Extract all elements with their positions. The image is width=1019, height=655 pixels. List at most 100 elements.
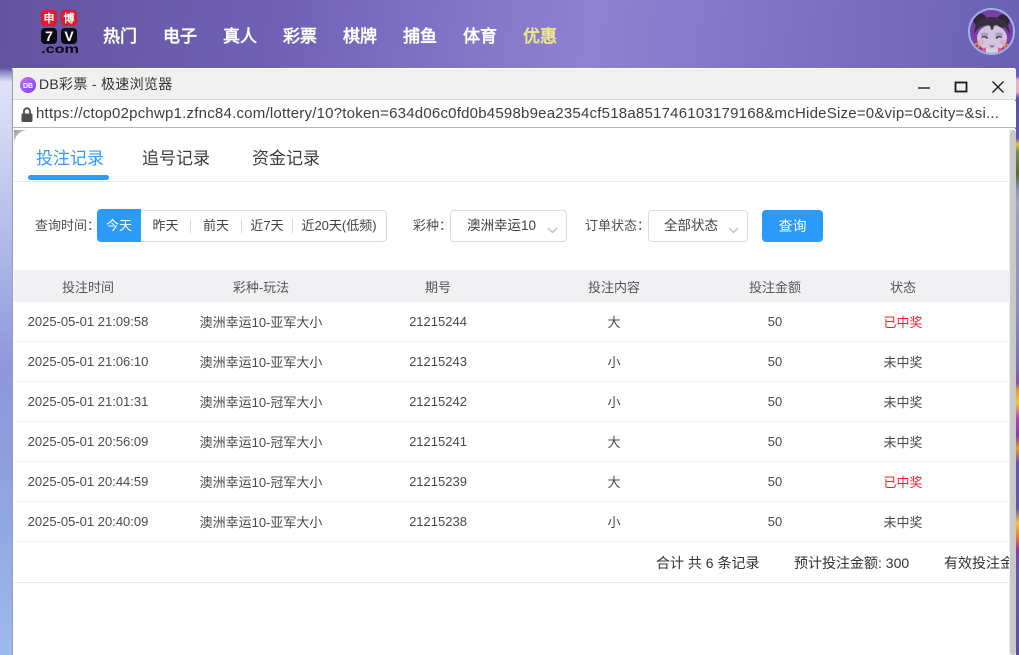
chevron-down-icon — [728, 222, 739, 237]
summary-total: 合计 共 6 条记录 — [656, 555, 760, 571]
site-logo[interactable]: 申 博 7 V .com — [41, 10, 79, 55]
table-row: 2025-05-01 21:06:10 澳洲幸运10-亚军大小 21215243 小 5… — [14, 342, 1009, 382]
tab-2[interactable]: 追号记录 — [141, 144, 211, 169]
cell-time: 2025-05-01 20:56:09 — [27, 434, 149, 449]
column-header-1: 投注时间 — [61, 279, 114, 295]
background-page-left — [0, 68, 12, 655]
tab-3[interactable]: 资金记录 — [251, 144, 321, 169]
nav-item-5[interactable]: 棋牌 — [330, 28, 390, 46]
nav-item-1[interactable]: 热门 — [90, 28, 150, 46]
column-header-6: 状态 — [889, 279, 916, 295]
cell-issue: 21215241 — [409, 434, 467, 449]
table-row: 2025-05-01 21:09:58 澳洲幸运10-亚军大小 21215244 大 5… — [14, 302, 1009, 342]
nav-item-4[interactable]: 彩票 — [270, 28, 330, 46]
cell-status: 未中奖 — [883, 435, 923, 450]
address-bar[interactable]: https://ctop02pchwp1.zfnc84.com/lottery/… — [13, 101, 1016, 128]
nav-item-2[interactable]: 电子 — [150, 28, 210, 46]
lock-icon — [21, 107, 33, 128]
cell-content: 小 — [607, 395, 621, 410]
minimize-icon — [918, 86, 930, 89]
time-option-5[interactable]: 近20天(低频) — [293, 210, 385, 242]
cell-content: 大 — [607, 315, 621, 330]
cell-status: 已中奖 — [883, 315, 923, 330]
cell-issue: 21215239 — [409, 474, 467, 489]
column-header-4: 投注内容 — [587, 279, 640, 295]
window-titlebar[interactable]: DB DB彩票 - 极速浏览器 — [13, 69, 1016, 100]
cell-play: 澳洲幸运10-冠军大小 — [199, 435, 323, 450]
table-row: 2025-05-01 21:01:31 澳洲幸运10-冠军大小 21215242 小 5… — [14, 382, 1009, 422]
chevron-down-icon — [547, 222, 558, 237]
lottery-filter-label: 彩种： — [413, 218, 453, 233]
page-scrollbar[interactable] — [1009, 129, 1016, 655]
close-icon — [992, 80, 1004, 93]
column-header-2: 彩种-玩法 — [232, 279, 290, 295]
column-header-5: 投注金额 — [748, 279, 801, 295]
cell-time: 2025-05-01 21:01:31 — [27, 394, 149, 409]
table-summary: 合计 共 6 条记录 预计投注金额: 300 有效投注金额: 300 — [14, 543, 1009, 583]
query-button[interactable]: 查询 — [762, 210, 823, 242]
cell-status: 未中奖 — [883, 355, 923, 370]
table-row: 2025-05-01 20:56:09 澳洲幸运10-冠军大小 21215241 大 5… — [14, 422, 1009, 462]
nav-item-6[interactable]: 捕鱼 — [390, 28, 450, 46]
close-button[interactable] — [981, 69, 1015, 100]
summary-expected-amount: 预计投注金额: 300 — [794, 555, 910, 571]
table-row: 2025-05-01 20:40:09 澳洲幸运10-亚军大小 21215238 小 5… — [14, 502, 1009, 542]
cell-status: 未中奖 — [883, 515, 923, 530]
nav-item-7[interactable]: 体育 — [450, 28, 510, 46]
cell-status: 已中奖 — [883, 475, 923, 490]
user-avatar[interactable] — [968, 8, 1015, 55]
nav-item-8[interactable]: 优惠 — [510, 28, 570, 46]
cell-amount: 50 — [767, 474, 783, 489]
active-tab-underline — [28, 175, 109, 180]
url-text[interactable]: https://ctop02pchwp1.zfnc84.com/lottery/… — [36, 101, 1012, 127]
cell-time: 2025-05-01 20:44:59 — [27, 474, 149, 489]
logo-badge-bo: 博 — [61, 10, 77, 26]
cell-issue: 21215242 — [409, 394, 467, 409]
time-option-1[interactable]: 今天 — [97, 209, 141, 242]
cell-amount: 50 — [767, 354, 783, 369]
scrollbar-thumb[interactable] — [1010, 130, 1016, 655]
time-option-2[interactable]: 昨天 — [141, 210, 190, 242]
cell-play: 澳洲幸运10-亚军大小 — [199, 355, 323, 370]
cell-amount: 50 — [767, 434, 783, 449]
favicon-letters: DB — [23, 83, 33, 90]
record-tabs: 投注记录 追号记录 资金记录 — [14, 130, 1009, 182]
order-status-select[interactable]: 全部状态 — [648, 210, 748, 242]
table-row: 2025-05-01 20:44:59 澳洲幸运10-冠军大小 21215239 大 5… — [14, 462, 1009, 502]
cell-play: 澳洲幸运10-冠军大小 — [199, 395, 323, 410]
table-header: 投注时间 彩种-玩法 期号 投注内容 投注金额 状态 — [14, 270, 1009, 302]
cell-issue: 21215238 — [409, 514, 467, 529]
site-topbar: 申 博 7 V .com 热门 电子 真人 彩票 棋牌 捕鱼 体育 优惠 — [0, 0, 1019, 68]
maximize-button[interactable] — [944, 69, 978, 100]
cell-status: 未中奖 — [883, 395, 923, 410]
cell-play: 澳洲幸运10-亚军大小 — [199, 315, 323, 330]
cell-content: 小 — [607, 355, 621, 370]
summary-valid-amount: 有效投注金额: 300 — [944, 555, 1009, 571]
lottery-select[interactable]: 澳洲幸运10 — [450, 210, 567, 242]
cell-amount: 50 — [767, 394, 783, 409]
logo-com: .com — [41, 42, 79, 56]
browser-viewport: 投注记录 追号记录 资金记录 查询时间： 今天 昨天 前天 近7天 近20天(低频) 彩种：… — [13, 129, 1016, 655]
cell-play: 澳洲幸运10-冠军大小 — [199, 475, 323, 490]
cell-amount: 50 — [767, 514, 783, 529]
column-header-3: 期号 — [424, 279, 451, 295]
cell-content: 大 — [607, 435, 621, 450]
browser-favicon: DB — [20, 77, 36, 93]
maximize-icon — [954, 81, 968, 92]
cell-play: 澳洲幸运10-亚军大小 — [199, 515, 323, 530]
time-range-group: 今天 昨天 前天 近7天 近20天(低频) — [97, 209, 387, 242]
logo-badge-shen: 申 — [41, 10, 57, 26]
filter-bar: 查询时间： 今天 昨天 前天 近7天 近20天(低频) 彩种： 澳洲幸运10 订单状态：… — [14, 182, 1009, 270]
minimize-button[interactable] — [907, 69, 941, 100]
cell-content: 小 — [607, 515, 621, 530]
cell-time: 2025-05-01 21:06:10 — [27, 354, 149, 369]
status-filter-label: 订单状态： — [585, 218, 651, 233]
cell-amount: 50 — [767, 314, 783, 329]
cell-time: 2025-05-01 20:40:09 — [27, 514, 149, 529]
time-filter-label: 查询时间： — [35, 218, 101, 233]
records-panel: 投注记录 追号记录 资金记录 查询时间： 今天 昨天 前天 近7天 近20天(低频) 彩种：… — [14, 130, 1009, 655]
tab-1[interactable]: 投注记录 — [35, 144, 105, 169]
time-option-3[interactable]: 前天 — [191, 210, 241, 242]
time-option-4[interactable]: 近7天 — [242, 210, 292, 242]
nav-item-3[interactable]: 真人 — [210, 28, 270, 46]
